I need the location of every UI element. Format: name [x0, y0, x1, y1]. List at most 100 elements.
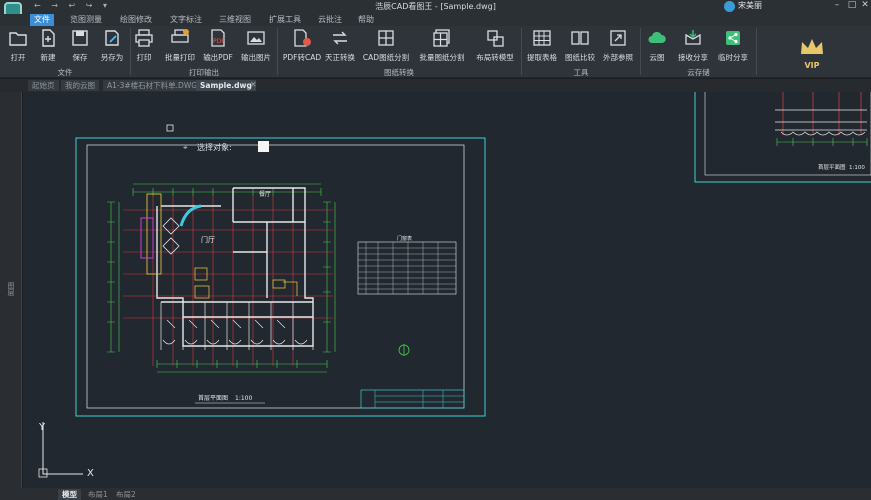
menu-draw-modify[interactable]: 绘图修改 — [116, 14, 156, 26]
tab-model[interactable]: 模型 — [58, 489, 81, 500]
layout-model-icon — [487, 30, 504, 47]
ribbon: 打开 新建 保存 另存为 文件 打印 批量打印 PDF 输出PDF 输出图片 打… — [0, 26, 871, 78]
pick-box — [166, 124, 174, 132]
room-label-dining: 餐厅 — [259, 190, 271, 198]
batch-split-label: 批量图纸分割 — [419, 53, 465, 62]
drawing-scale: 1:100 — [235, 395, 252, 402]
pdf-to-cad-icon — [294, 29, 311, 47]
svg-text:PDF: PDF — [213, 38, 225, 45]
receive-share-label: 接收分享 — [678, 53, 708, 62]
vip-label: VIP — [804, 61, 820, 70]
folder-open-icon — [9, 32, 27, 46]
convert-icon — [333, 31, 347, 45]
ucs-x-label: X — [87, 468, 94, 479]
tangent-convert-label: 天正转换 — [325, 53, 355, 62]
minimize-icon[interactable]: – — [830, 0, 844, 10]
cad-split-label: CAD图纸分割 — [362, 53, 410, 62]
temp-share-label: 临时分享 — [718, 53, 748, 62]
document-tab-bar: 起始页 我的云图 A1-3#楼石材下料单.DWG Sample.dwg ✕ — [0, 79, 871, 92]
ucs-y-label: Y — [38, 422, 46, 433]
tab-my-cloud[interactable]: 我的云图 — [61, 80, 99, 91]
menu-file[interactable]: 文件 — [30, 14, 54, 26]
group-label-tools: 工具 — [573, 68, 589, 77]
tab-layout2[interactable]: 布局2 — [112, 489, 140, 500]
group-label-cloud: 云存储 — [687, 68, 710, 77]
tab-sample-dwg[interactable]: Sample.dwg — [196, 80, 256, 91]
export-pdf-button[interactable]: PDF 输出PDF — [198, 28, 238, 64]
drawing-title-2: 首层平面图 — [818, 163, 846, 171]
temp-share-button[interactable]: 临时分享 — [713, 28, 753, 64]
xref-button[interactable]: 外部参照 — [598, 28, 638, 64]
table-title: 门窗表 — [397, 235, 412, 242]
pdf-export-icon: PDF — [211, 29, 225, 47]
print-label: 打印 — [136, 53, 152, 62]
title-bar: ← → ↩ ↪ ▾ 浩辰CAD看图王 - [Sample.dwg] 宋美丽 – … — [0, 0, 871, 20]
batch-print-button[interactable]: 批量打印 — [160, 28, 200, 64]
curved-wall — [179, 204, 202, 227]
menu-extend-tools[interactable]: 扩展工具 — [265, 14, 305, 26]
export-image-label: 输出图片 — [241, 53, 271, 62]
export-image-button[interactable]: 输出图片 — [236, 28, 276, 64]
save-as-icon — [105, 30, 119, 46]
printer-icon — [135, 29, 153, 47]
batch-printer-icon — [171, 29, 189, 43]
batch-print-label: 批量打印 — [165, 53, 195, 62]
layer-panel-toggle[interactable]: 图层 — [6, 282, 16, 296]
pdf-to-cad-button[interactable]: PDF转CAD — [280, 28, 324, 64]
select-prompt-text: 选择对象: — [197, 143, 232, 152]
title-block — [360, 389, 465, 409]
receive-share-button[interactable]: 接收分享 — [673, 28, 713, 64]
menu-cloud-annotation[interactable]: 云批注 — [314, 14, 346, 26]
user-account[interactable]: 宋美丽 — [724, 0, 762, 12]
share-icon — [726, 31, 740, 45]
layout-to-model-label: 布局转模型 — [476, 53, 514, 62]
cursor-icon: ⌖ — [183, 143, 188, 152]
cloud-drawing-button[interactable]: 云图 — [637, 28, 677, 64]
drawing-svg: 门厅 餐厅 门窗表 首层平面图 1:100 首层平面图 1:100 Y X — [38, 92, 871, 479]
batch-split-icon — [433, 29, 450, 47]
compare-icon — [571, 31, 589, 45]
menu-help[interactable]: 帮助 — [354, 14, 378, 26]
pdf-to-cad-label: PDF转CAD — [282, 53, 322, 62]
group-label-convert: 图纸转换 — [384, 68, 414, 77]
table-icon — [533, 30, 551, 46]
crown-icon — [801, 39, 823, 54]
group-label-print: 打印输出 — [189, 68, 219, 77]
xref-icon — [610, 30, 626, 46]
door-window-table: 门窗表 — [357, 235, 457, 295]
close-icon[interactable]: ✕ — [858, 0, 871, 10]
maximize-icon[interactable]: □ — [845, 0, 859, 10]
menu-view-measure[interactable]: 览图测量 — [66, 14, 106, 26]
compare-label: 图纸比较 — [565, 53, 595, 62]
tab-close-icon[interactable]: ✕ — [250, 80, 257, 89]
extract-table-button[interactable]: 提取表格 — [522, 28, 562, 64]
cloud-drawing-label: 云图 — [649, 53, 665, 62]
menu-3d-view[interactable]: 三维视图 — [215, 14, 255, 26]
cloud-icon — [648, 31, 666, 43]
new-file-icon — [42, 29, 55, 47]
batch-split-button[interactable]: 批量图纸分割 — [414, 28, 470, 64]
drawing-canvas[interactable]: 门厅 餐厅 门窗表 首层平面图 1:100 首层平面图 1:100 Y X ⌖ … — [23, 92, 871, 488]
receive-share-icon — [685, 30, 701, 45]
extract-table-label: 提取表格 — [527, 53, 557, 62]
menu-text-dimension[interactable]: 文字标注 — [166, 14, 206, 26]
select-object-prompt: ⌖ 选择对象: — [183, 142, 232, 154]
north-arrow-icon — [398, 344, 410, 356]
yellow-outline — [146, 193, 162, 275]
drawing-title: 首层平面图 — [198, 394, 228, 402]
vip-button[interactable]: VIP — [798, 37, 826, 70]
left-panel: 图层 — [0, 92, 22, 488]
select-input-box[interactable] — [258, 141, 269, 152]
tab-stone-list[interactable]: A1-3#楼石材下料单.DWG — [103, 80, 202, 91]
layout-to-model-button[interactable]: 布局转模型 — [472, 28, 518, 64]
ucs-axis-icon: Y X — [38, 422, 94, 479]
tab-layout1[interactable]: 布局1 — [84, 489, 112, 500]
tangent-convert-button[interactable]: 天正转换 — [320, 28, 360, 64]
print-button[interactable]: 打印 — [124, 28, 164, 64]
compare-button[interactable]: 图纸比较 — [560, 28, 600, 64]
menu-bar: 文件 览图测量 绘图修改 文字标注 三维视图 扩展工具 云批注 帮助 — [0, 14, 871, 26]
drawing-scale-2: 1:100 — [849, 165, 865, 171]
cad-split-button[interactable]: CAD图纸分割 — [362, 28, 410, 64]
tab-start-page[interactable]: 起始页 — [28, 80, 59, 91]
room-label-lobby: 门厅 — [201, 235, 215, 244]
